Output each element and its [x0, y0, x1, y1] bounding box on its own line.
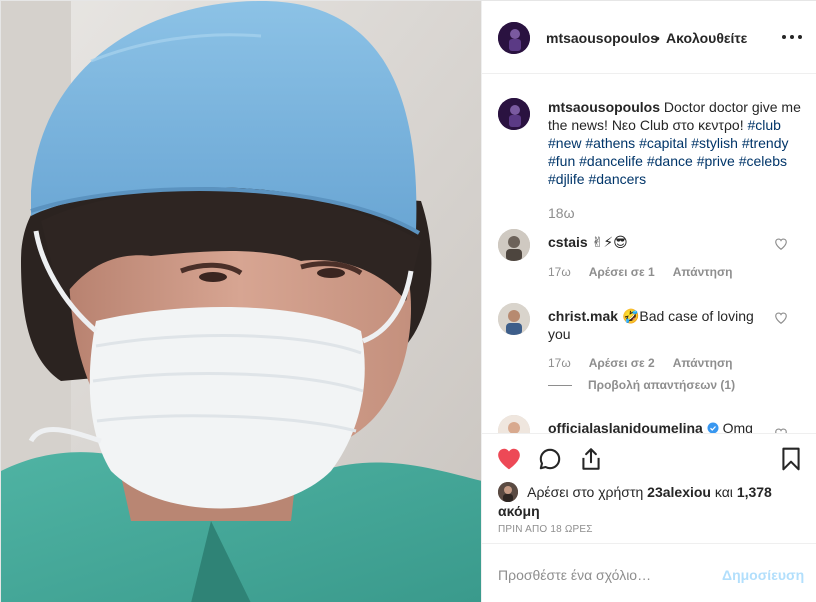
hashtag-link[interactable]: #new: [548, 135, 581, 151]
comment-text: cstais ✌⚡😎: [548, 233, 763, 251]
hashtag-link[interactable]: #dancelife: [579, 153, 643, 169]
likes-summary: Αρέσει στο χρήστη 23alexiou και 1,378 ακ…: [498, 482, 798, 520]
view-replies-label: Προβολή απαντήσεων (1): [588, 378, 736, 392]
comment-meta: 17ω Αρέσει σε 2 Απάντηση: [548, 356, 733, 370]
comment-likes[interactable]: Αρέσει σε 1: [589, 265, 655, 279]
comment-username[interactable]: officialaslanidoumelina: [548, 420, 703, 433]
like-comment-heart-icon[interactable]: [774, 237, 788, 251]
hashtag-link[interactable]: #trendy: [742, 135, 789, 151]
likes-prefix: Αρέσει στο χρήστη: [527, 484, 644, 500]
comment-text: officialaslanidoumelina Omg: [548, 419, 778, 433]
verified-badge-icon: [707, 422, 719, 433]
instagram-post: mtsaousopoulos • Ακολουθείτε mtsaousopou…: [0, 0, 816, 602]
share-icon[interactable]: [578, 446, 604, 472]
comment-username[interactable]: christ.mak: [548, 308, 618, 324]
comments-section[interactable]: mtsaousopoulos Doctor doctor give me the…: [482, 75, 816, 433]
author-username[interactable]: mtsaousopoulos: [546, 30, 658, 46]
comment-time[interactable]: 17ω: [548, 265, 571, 279]
post-sidebar: mtsaousopoulos • Ακολουθείτε mtsaousopou…: [482, 1, 816, 602]
comment-body: Omg: [722, 420, 753, 433]
add-comment-bar: Προσθέστε ένα σχόλιο… Δημοσίευση: [482, 543, 816, 602]
hashtag-link[interactable]: #athens: [585, 135, 635, 151]
following-button[interactable]: Ακολουθείτε: [666, 30, 747, 46]
post-timestamp[interactable]: ΠΡΙΝ ΑΠΟ 18 ΩΡΕΣ: [498, 524, 593, 535]
like-heart-icon[interactable]: [496, 446, 522, 472]
hashtag-link[interactable]: #dancers: [588, 171, 646, 187]
bookmark-icon[interactable]: [778, 446, 804, 472]
comment-likes[interactable]: Αρέσει σε 2: [589, 356, 655, 370]
post-caption: mtsaousopoulos Doctor doctor give me the…: [548, 98, 803, 188]
liker-avatar[interactable]: [498, 482, 518, 502]
post-header: mtsaousopoulos • Ακολουθείτε: [482, 1, 816, 74]
commenter-avatar[interactable]: [498, 229, 530, 261]
reply-button[interactable]: Απάντηση: [673, 265, 733, 279]
likes-and: και: [714, 484, 733, 500]
hashtag-link[interactable]: #stylish: [691, 135, 738, 151]
view-replies-button[interactable]: Προβολή απαντήσεων (1): [548, 378, 735, 392]
selfie-image: [1, 1, 481, 602]
author-avatar[interactable]: [498, 22, 530, 54]
replies-divider: [548, 384, 572, 386]
hashtag-link[interactable]: #djlife: [548, 171, 585, 187]
reply-button[interactable]: Απάντηση: [673, 356, 733, 370]
more-options-icon[interactable]: [782, 29, 802, 45]
comment-input[interactable]: Προσθέστε ένα σχόλιο…: [498, 567, 651, 583]
comment-username[interactable]: cstais: [548, 234, 588, 250]
separator-dot: •: [655, 30, 660, 46]
comment-body: ✌⚡😎: [591, 234, 628, 250]
hashtag-link[interactable]: #capital: [639, 135, 687, 151]
post-comment-button[interactable]: Δημοσίευση: [722, 567, 804, 583]
hashtag-link[interactable]: #fun: [548, 153, 575, 169]
comment-icon[interactable]: [537, 446, 563, 472]
like-comment-heart-icon[interactable]: [774, 311, 788, 325]
comment-text: christ.mak 🤣Bad case of loving you: [548, 307, 763, 343]
comment-time[interactable]: 17ω: [548, 356, 571, 370]
caption-author-avatar[interactable]: [498, 98, 530, 130]
caption-username[interactable]: mtsaousopoulos: [548, 99, 660, 115]
hashtag-link[interactable]: #dance: [647, 153, 693, 169]
liker-username[interactable]: 23alexiou: [647, 484, 711, 500]
commenter-avatar[interactable]: [498, 303, 530, 335]
commenter-avatar[interactable]: [498, 415, 530, 433]
hashtag-link[interactable]: #prive: [697, 153, 735, 169]
comment-meta: 17ω Αρέσει σε 1 Απάντηση: [548, 265, 733, 279]
hashtag-link[interactable]: #celebs: [739, 153, 787, 169]
caption-time[interactable]: 18ω: [548, 205, 575, 221]
post-actions: Αρέσει στο χρήστη 23alexiou και 1,378 ακ…: [482, 433, 816, 553]
post-photo[interactable]: [1, 1, 482, 602]
hashtag-link[interactable]: #club: [747, 117, 780, 133]
